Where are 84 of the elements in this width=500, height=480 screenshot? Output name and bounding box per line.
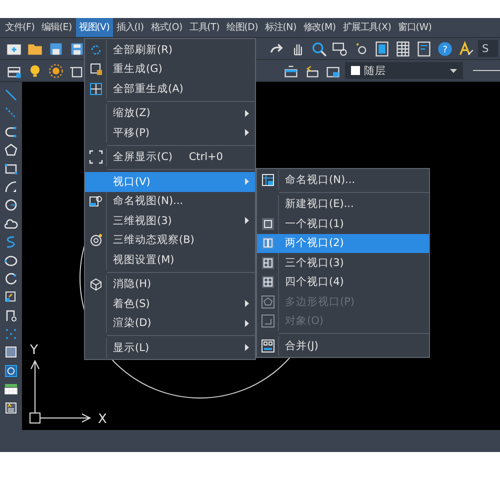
x-axis-label: X [98,412,107,427]
two-viewports-icon [260,236,274,250]
menu-item[interactable]: 两个视口(2) [257,234,429,253]
menu-bar-item[interactable]: 修改(M) [300,18,339,37]
color-swatch-icon [351,66,360,75]
grid-icon [88,82,102,96]
menu-item[interactable]: 全部刷新(R) [85,40,255,60]
point-icon[interactable] [4,327,18,342]
menu-bar-item[interactable]: 绘图(D) [224,18,262,37]
menu-item[interactable]: 三维视图(3) [85,211,255,230]
ellipse-arc-icon[interactable] [4,272,18,286]
refresh-icon [88,42,102,57]
ucs-axes-icon [30,360,92,424]
layer-dropdown[interactable]: 随层 [345,62,463,79]
y-axis-label: Y [30,343,38,358]
menu-bar-item[interactable]: 窗口(W) [395,18,435,37]
submenu-arrow-icon [245,129,249,136]
fullscreen-icon [88,150,102,164]
insert-block-icon[interactable] [4,290,18,304]
menu-item[interactable]: 缩放(Z) [85,104,255,123]
menu-item[interactable]: 全屏显示(C) Ctrl+0 [85,148,255,167]
window-icon [88,62,102,76]
save-as-icon[interactable] [69,40,85,56]
ellipse-icon[interactable] [4,254,18,268]
menu-bar-item[interactable]: 插入(I) [114,18,147,37]
menu-bar-item[interactable]: 工具(T) [186,18,223,37]
text-style-field[interactable]: S [478,40,498,57]
submenu-arrow-icon [245,320,249,327]
polyline-icon[interactable] [4,124,18,139]
menu-bar-item[interactable]: 文件(F) [2,18,38,37]
text-style-icon[interactable] [458,40,474,56]
cube-icon [88,277,102,292]
menu-item[interactable]: 着色(S) [85,294,255,314]
line-icon[interactable] [4,88,18,102]
save-icon[interactable] [48,40,64,56]
menu-bar-item[interactable]: 格式(O) [148,18,186,37]
pentagon-icon[interactable] [4,143,18,158]
boundary-icon[interactable] [4,364,18,378]
sun-icon[interactable] [48,62,64,78]
menu-bar-item[interactable]: 扩展工具(X) [340,18,394,37]
table-icon[interactable] [4,382,18,396]
grid-icon [260,172,274,187]
rectangle-icon[interactable] [4,162,18,176]
menu-bar-item[interactable]: 视图(V) [76,18,113,37]
menu-item[interactable]: 命名视图(N)... [85,192,255,211]
menu-item[interactable]: 命名视口(N)... [257,170,429,190]
circle-icon[interactable] [4,198,18,212]
submenu-arrow-icon [245,344,249,352]
dropdown-caret-icon [450,68,457,72]
submenu-arrow-icon [245,110,249,117]
single-viewport-icon [260,216,274,231]
menu-bar-item[interactable]: 标注(N) [262,18,300,37]
four-viewports-icon [260,275,274,290]
cloud-icon[interactable] [4,216,18,231]
multiline-text-icon[interactable] [4,400,18,415]
menu-item[interactable]: 三维动态观察(B) [85,230,255,250]
polygon-icon [260,294,274,309]
window-search-icon [88,194,102,208]
menu-item[interactable]: 重生成(G) [85,60,255,79]
table-icon[interactable] [395,40,411,56]
menu-item[interactable]: 渲染(D) [85,314,255,333]
menu-item[interactable]: 合并(J) [257,336,429,356]
menu-item[interactable]: 全部重生成(A) [85,79,255,98]
menu-item[interactable]: 四个视口(4) [257,272,429,292]
document-icon[interactable] [416,40,432,56]
zoom-realtime-icon[interactable] [311,40,327,56]
three-viewports-icon [260,256,274,270]
orbit-icon [88,233,102,248]
menu-item[interactable]: 视图设置(M) [85,250,255,270]
hatch-icon[interactable] [4,345,18,360]
menu-item[interactable]: 新建视口(E)... [257,194,429,214]
menu-item[interactable]: 显示(L) [85,338,255,358]
submenu-arrow-icon [245,300,249,308]
menu-item[interactable]: 视口(V) [85,172,255,192]
menu-item[interactable]: 一个视口(1) [257,214,429,234]
arc-icon[interactable] [4,180,18,194]
menu-item[interactable]: 消隐(H) [85,274,255,294]
merge-viewports-icon [260,338,274,353]
menu-item[interactable]: 平移(P) [85,123,255,142]
zoom-window-icon[interactable] [332,40,348,56]
menu-bar-item[interactable]: 编辑(E) [38,18,75,37]
submenu-arrow-icon [245,178,249,186]
submenu-arrow-icon [245,217,249,224]
menu-item[interactable]: 三个视口(3) [257,253,429,272]
